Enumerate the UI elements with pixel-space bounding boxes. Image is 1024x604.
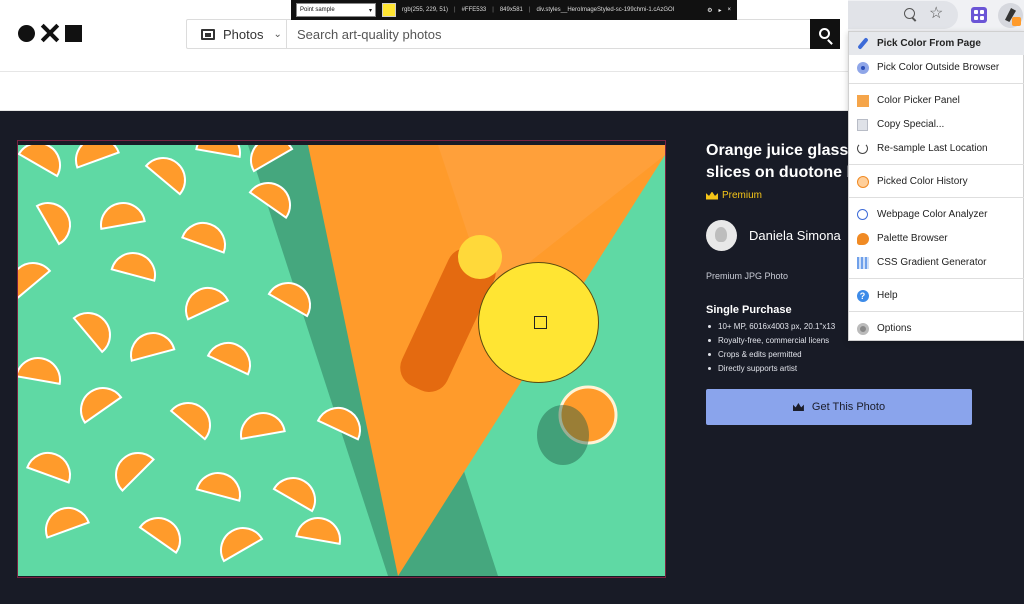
picked-color-swatch [382,3,396,17]
rgb-value: rgb(255, 229, 51) [402,7,449,13]
menu-item-webpage-color-analyzer[interactable]: Webpage Color Analyzer [849,203,1024,226]
menu-item-help[interactable]: ? Help [849,284,1024,307]
panel-swatch-icon [856,94,869,107]
color-picker-extension-button[interactable] [998,3,1023,28]
menu-item-palette-browser[interactable]: Palette Browser [849,227,1024,250]
close-icon[interactable]: × [727,7,731,14]
menu-item-label: Help [877,290,898,301]
bookmark-star-icon[interactable]: ☆ [929,5,943,23]
logo-circle [18,24,35,42]
search-icon [818,27,830,39]
get-photo-label: Get This Photo [811,401,886,413]
history-icon [856,175,869,188]
search-category-dropdown[interactable]: Photos ⌄ [187,20,287,48]
menu-item-css-gradient-generator[interactable]: CSS Gradient Generator [849,251,1024,274]
menu-item-copy-special[interactable]: Copy Special... [849,113,1024,136]
dropdown-arrow-icon: ▾ [368,7,372,14]
gradient-icon [856,256,869,269]
chevron-down-icon: ⌄ [273,28,282,40]
gear-icon [856,322,869,335]
menu-item-pick-color-outside-browser[interactable]: Pick Color Outside Browser [849,56,1024,79]
menu-item-picked-color-history[interactable]: Picked Color History [849,170,1024,193]
sample-mode-label: Point sample [300,7,335,13]
color-picker-toolbar: Point sample ▾ rgb(255, 229, 51) | #FFE5… [291,0,737,20]
extension-grid-icon[interactable] [971,7,987,23]
menu-item-label: Re-sample Last Location [877,143,988,154]
crown-icon [706,191,718,200]
expand-arrow-icon[interactable]: ▸ [718,7,721,14]
menu-item-label: Webpage Color Analyzer [877,209,988,220]
menu-item-label: Options [877,323,912,334]
menu-item-label: Color Picker Panel [877,95,960,106]
magnifier-loupe [478,262,599,383]
logo-cross [41,24,59,42]
sample-mode-select[interactable]: Point sample ▾ [296,3,376,17]
crosshair-target [534,316,547,329]
menu-item-resample-last-location[interactable]: Re-sample Last Location [849,137,1024,160]
menu-item-label: Copy Special... [877,119,945,130]
palette-icon [856,232,869,245]
menu-divider [849,197,1024,198]
site-logo[interactable] [18,24,82,42]
divider: | [528,7,531,13]
gear-icon[interactable]: ⚙ [707,7,712,14]
menu-divider [849,83,1024,84]
analyzer-icon [856,208,869,221]
logo-square [65,24,82,42]
image-icon [201,28,215,40]
get-photo-button[interactable]: Get This Photo [706,389,972,425]
browser-toolbar: ☆ [848,0,1024,31]
search-input[interactable]: Search art-quality photos [287,27,839,42]
menu-item-label: Palette Browser [877,233,948,244]
copy-icon [856,118,869,131]
menu-item-label: Pick Color From Page [877,38,981,49]
eyedropper-icon [856,37,869,50]
menu-divider [849,164,1024,165]
divider: | [492,7,494,13]
avatar[interactable] [706,220,737,251]
color-picker-menu: Pick Color From Page Pick Color Outside … [848,31,1024,341]
menu-item-color-picker-panel[interactable]: Color Picker Panel [849,89,1024,112]
menu-item-label: CSS Gradient Generator [877,257,987,268]
hex-value: #FFE533 [461,7,487,13]
feature-item: Crops & edits permitted [706,348,1024,362]
crown-icon [792,403,804,411]
divider: | [454,7,456,13]
screen-picker-icon [856,61,869,74]
menu-item-pick-color-from-page[interactable]: Pick Color From Page [849,32,1024,55]
menu-item-options[interactable]: Options [849,317,1024,340]
menu-item-label: Pick Color Outside Browser [877,62,1000,73]
zoom-icon[interactable] [904,8,915,19]
search-button[interactable] [810,19,840,49]
help-icon: ? [856,289,869,302]
author-name[interactable]: Daniela Simona [749,228,841,243]
search-bar: Photos ⌄ Search art-quality photos [186,19,840,49]
menu-item-label: Picked Color History [877,176,968,187]
css-selector-value: div.styles__HeroImageStyled-sc-199chmi-1… [536,7,675,13]
search-category-label: Photos [223,26,264,42]
toolbar-controls: ⚙ ▸ × [707,7,737,14]
resample-icon [856,142,869,155]
menu-divider [849,278,1024,279]
feature-item: Directly supports artist [706,362,1024,376]
extension-badge [1012,17,1021,26]
menu-divider [849,311,1024,312]
coordinates-value: 849x581 [499,7,523,13]
premium-label: Premium [722,190,763,201]
